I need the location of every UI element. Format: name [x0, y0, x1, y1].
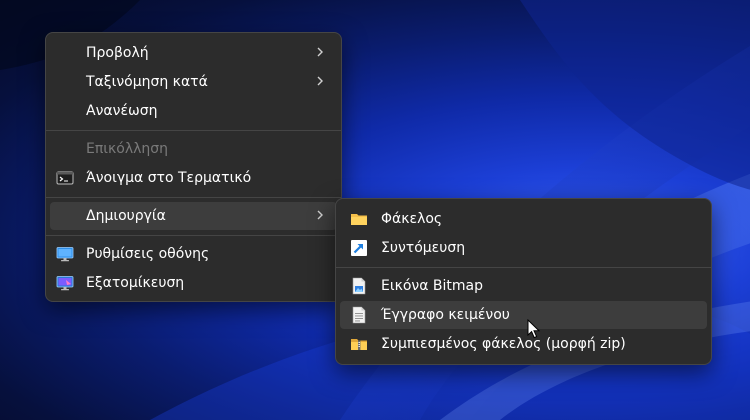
submenu-item-text-document[interactable]: Έγγραφο κειμένου: [340, 301, 707, 329]
menu-item-sort-by[interactable]: Ταξινόμηση κατά: [50, 68, 337, 96]
new-submenu: Φάκελος Συντόμευση Εικόνα Bitmap Έγγραφο…: [335, 198, 712, 365]
menu-item-label: Προβολή: [86, 45, 149, 61]
submenu-item-shortcut[interactable]: Συντόμευση: [340, 234, 707, 262]
menu-item-label: Έγγραφο κειμένου: [381, 307, 510, 323]
menu-item-paste: Επικόλληση: [50, 135, 337, 163]
menu-item-label: Ανανέωση: [86, 103, 158, 119]
menu-item-refresh[interactable]: Ανανέωση: [50, 97, 337, 125]
menu-item-label: Επικόλληση: [86, 141, 169, 157]
menu-item-label: Συντόμευση: [381, 240, 466, 256]
menu-item-label: Ταξινόμηση κατά: [86, 74, 208, 90]
submenu-item-zip-folder[interactable]: Συμπιεσμένος φάκελος (μορφή zip): [340, 330, 707, 358]
menu-item-label: Συμπιεσμένος φάκελος (μορφή zip): [381, 336, 626, 352]
chevron-right-icon: [317, 47, 323, 57]
menu-item-personalize[interactable]: Εξατομίκευση: [50, 269, 337, 297]
menu-item-label: Εξατομίκευση: [86, 275, 185, 291]
menu-item-display-settings[interactable]: Ρυθμίσεις οθόνης: [50, 240, 337, 268]
menu-item-label: Άνοιγμα στο Τερματικό: [86, 170, 252, 186]
mouse-pointer-icon: [527, 319, 541, 339]
submenu-item-folder[interactable]: Φάκελος: [340, 205, 707, 233]
chevron-right-icon: [317, 210, 323, 220]
menu-item-view[interactable]: Προβολή: [50, 39, 337, 67]
personalize-icon: [56, 276, 74, 291]
folder-icon: [351, 214, 367, 225]
menu-separator: [46, 235, 341, 236]
desktop-context-menu: Προβολή Ταξινόμηση κατά Ανανέωση Επικόλλ…: [45, 32, 342, 302]
shortcut-icon: [351, 240, 367, 256]
menu-separator: [46, 130, 341, 131]
menu-separator: [46, 197, 341, 198]
bitmap-file-icon: [352, 277, 366, 295]
menu-item-label: Εικόνα Bitmap: [381, 278, 483, 294]
menu-separator: [336, 267, 711, 268]
menu-item-label: Δημιουργία: [86, 208, 166, 224]
zip-folder-icon: [351, 339, 367, 350]
monitor-icon: [56, 247, 74, 262]
chevron-right-icon: [317, 76, 323, 86]
menu-item-label: Φάκελος: [381, 211, 443, 227]
menu-item-open-in-terminal[interactable]: Άνοιγμα στο Τερματικό: [50, 164, 337, 192]
text-document-icon: [352, 306, 366, 324]
submenu-item-bitmap-image[interactable]: Εικόνα Bitmap: [340, 272, 707, 300]
menu-item-new[interactable]: Δημιουργία: [50, 202, 337, 230]
terminal-icon: [56, 171, 74, 185]
menu-item-label: Ρυθμίσεις οθόνης: [86, 246, 210, 262]
